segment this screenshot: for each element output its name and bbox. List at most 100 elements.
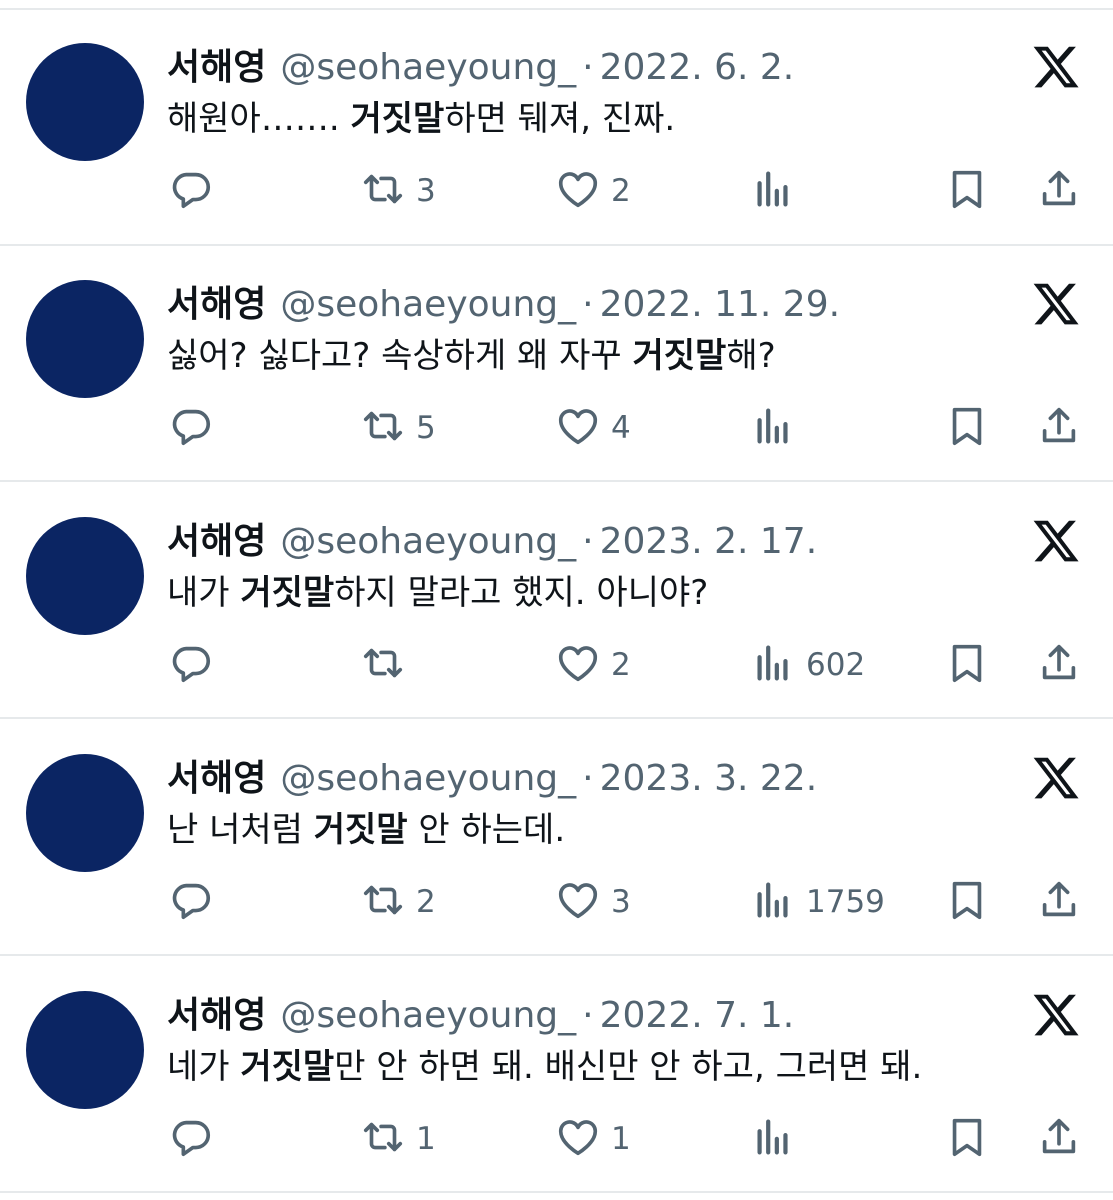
display-name[interactable]: 서해영 [167, 995, 266, 1036]
share-icon [1036, 640, 1082, 690]
display-name[interactable]: 서해영 [167, 758, 266, 799]
like-button[interactable]: 1 [555, 1114, 631, 1164]
avatar[interactable] [26, 754, 144, 872]
views-button[interactable]: 1759 [750, 877, 885, 927]
separator: · [582, 284, 594, 325]
like-count: 4 [611, 410, 631, 446]
text-segment: 안 하는데. [407, 810, 566, 850]
tweet-text: 내가 거짓말하지 말라고 했지. 아니야? [167, 570, 708, 616]
retweet-button[interactable]: 1 [360, 1114, 436, 1164]
tweet-date[interactable]: 2022. 6. 2. [600, 47, 795, 88]
heart-icon [555, 877, 601, 927]
tweet-date[interactable]: 2022. 11. 29. [600, 284, 840, 325]
bookmark-button[interactable] [944, 640, 990, 690]
action-bar: 5 4 [0, 403, 1113, 453]
views-count: 602 [806, 647, 866, 683]
retweet-count: 1 [416, 1121, 436, 1157]
views-icon [750, 403, 796, 453]
share-icon [1036, 877, 1082, 927]
tweet-text: 싫어? 싫다고? 속상하게 왜 자꾸 거짓말해? [167, 333, 776, 379]
tweet[interactable]: 서해영 @seohaeyoung_ · 2022. 11. 29. 싫어? 싫다고? … [0, 245, 1113, 481]
x-logo-icon [1030, 753, 1082, 803]
tweet-text: 네가 거짓말만 안 하면 돼. 배신만 안 하고, 그러면 돼. [167, 1044, 922, 1090]
display-name[interactable]: 서해영 [167, 284, 266, 325]
retweet-count: 2 [416, 884, 436, 920]
highlighted-keyword: 거짓말 [632, 336, 727, 376]
share-button[interactable] [1036, 403, 1082, 453]
bookmark-button[interactable] [944, 877, 990, 927]
x-logo-icon [1030, 990, 1082, 1040]
reply-button[interactable] [168, 1114, 214, 1164]
tweet-date[interactable]: 2023. 3. 22. [600, 758, 818, 799]
share-button[interactable] [1036, 877, 1082, 927]
avatar[interactable] [26, 517, 144, 635]
x-logo-icon [1030, 42, 1082, 92]
like-button[interactable]: 2 [555, 640, 631, 690]
reply-button[interactable] [168, 403, 214, 453]
reply-button[interactable] [168, 877, 214, 927]
tweet[interactable]: 서해영 @seohaeyoung_ · 2023. 3. 22. 난 너처럼 거짓말 … [0, 719, 1113, 955]
display-name[interactable]: 서해영 [167, 521, 266, 562]
separator: · [582, 47, 594, 88]
like-button[interactable]: 3 [555, 877, 631, 927]
retweet-icon [360, 640, 406, 690]
views-icon [750, 640, 796, 690]
retweet-button[interactable]: 3 [360, 166, 436, 216]
like-count: 1 [611, 1121, 631, 1157]
text-segment: 해원아……. [167, 99, 351, 139]
retweet-icon [360, 403, 406, 453]
reply-button[interactable] [168, 166, 214, 216]
share-button[interactable] [1036, 640, 1082, 690]
heart-icon [555, 166, 601, 216]
display-name[interactable]: 서해영 [167, 47, 266, 88]
avatar[interactable] [26, 991, 144, 1109]
views-button[interactable] [750, 166, 806, 216]
action-bar: 3 2 [0, 166, 1113, 216]
user-handle[interactable]: @seohaeyoung_ [280, 995, 576, 1036]
retweet-icon [360, 1114, 406, 1164]
views-button[interactable] [750, 403, 806, 453]
like-button[interactable]: 4 [555, 403, 631, 453]
divider [0, 1191, 1113, 1193]
user-handle[interactable]: @seohaeyoung_ [280, 284, 576, 325]
share-button[interactable] [1036, 166, 1082, 216]
bookmark-button[interactable] [944, 1114, 990, 1164]
tweet[interactable]: 서해영 @seohaeyoung_ · 2023. 2. 17. 내가 거짓말하지 말… [0, 482, 1113, 718]
tweet[interactable]: 서해영 @seohaeyoung_ · 2022. 7. 1. 네가 거짓말만 안 하… [0, 956, 1113, 1192]
views-button[interactable] [750, 1114, 806, 1164]
reply-icon [168, 1114, 214, 1164]
separator: · [582, 521, 594, 562]
text-segment: 하면 뒈져, 진짜. [444, 99, 676, 139]
avatar[interactable] [26, 43, 144, 161]
bookmark-icon [944, 166, 990, 216]
bookmark-button[interactable] [944, 403, 990, 453]
reply-icon [168, 640, 214, 690]
x-logo-icon [1030, 516, 1082, 566]
user-handle[interactable]: @seohaeyoung_ [280, 47, 576, 88]
user-handle[interactable]: @seohaeyoung_ [280, 758, 576, 799]
bookmark-button[interactable] [944, 166, 990, 216]
bookmark-icon [944, 1114, 990, 1164]
separator: · [582, 995, 594, 1036]
reply-button[interactable] [168, 640, 214, 690]
x-logo-icon [1030, 279, 1082, 329]
views-count: 1759 [806, 884, 885, 920]
highlighted-keyword: 거짓말 [240, 1047, 335, 1087]
retweet-button[interactable]: 2 [360, 877, 436, 927]
bookmark-icon [944, 403, 990, 453]
retweet-button[interactable] [360, 640, 416, 690]
retweet-button[interactable]: 5 [360, 403, 436, 453]
views-icon [750, 877, 796, 927]
text-segment: 하지 말라고 했지. 아니야? [334, 573, 709, 613]
avatar[interactable] [26, 280, 144, 398]
like-count: 2 [611, 647, 631, 683]
like-button[interactable]: 2 [555, 166, 631, 216]
views-button[interactable]: 602 [750, 640, 865, 690]
share-icon [1036, 166, 1082, 216]
tweet-date[interactable]: 2022. 7. 1. [600, 995, 795, 1036]
user-handle[interactable]: @seohaeyoung_ [280, 521, 576, 562]
tweet-date[interactable]: 2023. 2. 17. [600, 521, 818, 562]
share-button[interactable] [1036, 1114, 1082, 1164]
tweet[interactable]: 서해영 @seohaeyoung_ · 2022. 6. 2. 해원아……. 거짓말하… [0, 8, 1113, 244]
like-count: 3 [611, 884, 631, 920]
